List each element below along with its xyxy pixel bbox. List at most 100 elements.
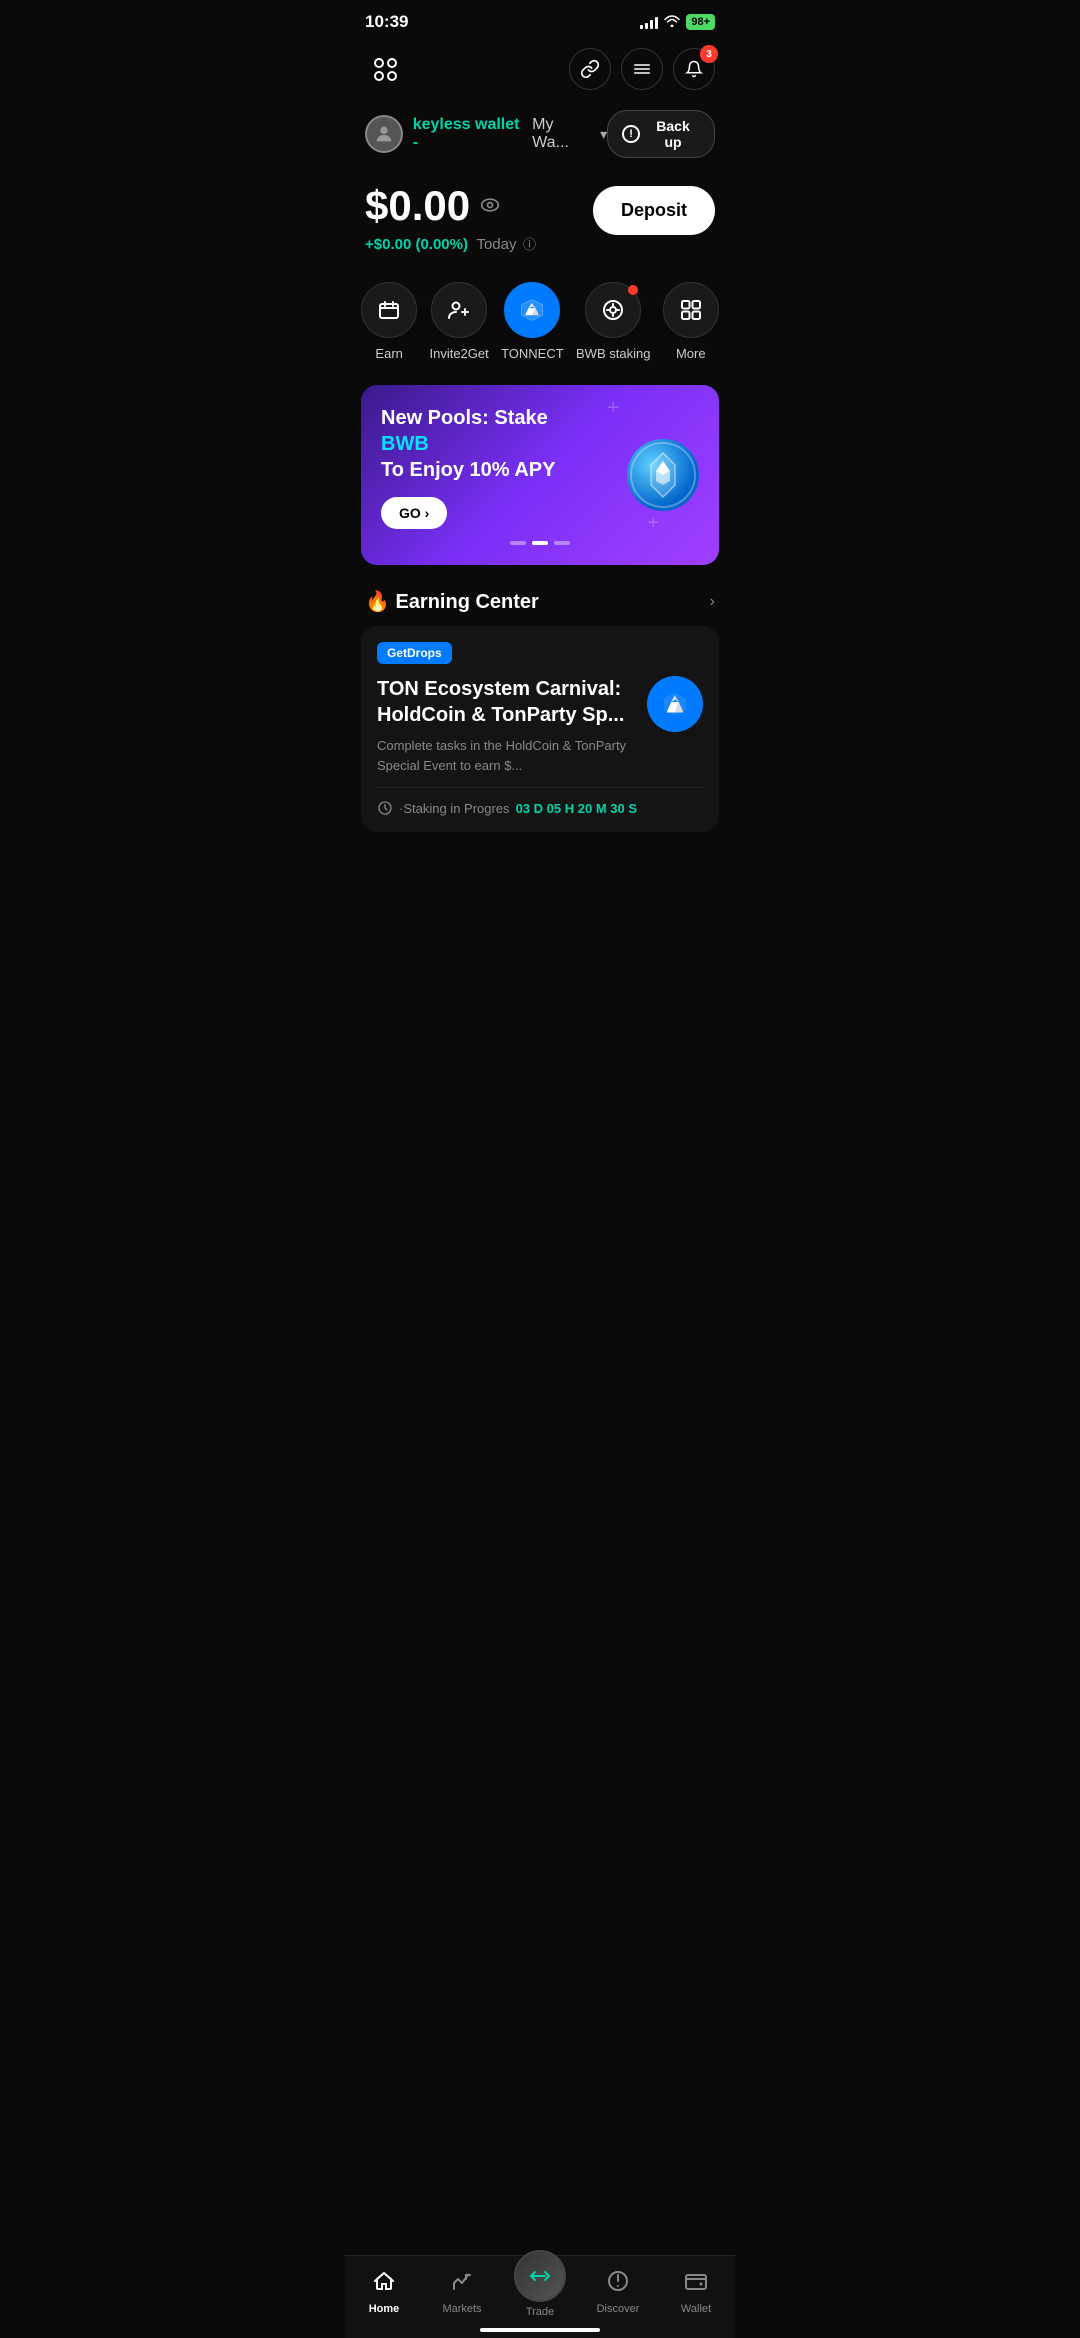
more-label: More xyxy=(676,346,706,361)
markets-icon xyxy=(450,2269,474,2299)
more-icon-circle xyxy=(663,282,719,338)
app-logo[interactable] xyxy=(365,49,405,89)
banner-coin-graphic xyxy=(623,435,703,515)
staking-progress-row: ·Staking in Progres 03 D 05 H 20 M 30 S xyxy=(377,787,703,816)
wallet-selector[interactable]: keyless wallet - My Wa... ▾ xyxy=(365,115,607,153)
red-dot-indicator xyxy=(628,285,638,295)
signal-icon xyxy=(640,15,658,29)
bwb-icon-circle xyxy=(585,282,641,338)
menu-button[interactable] xyxy=(621,48,663,90)
wallet-name: keyless wallet - My Wa... ▾ xyxy=(413,116,607,152)
notification-count: 3 xyxy=(700,45,718,63)
action-more[interactable]: More xyxy=(663,282,719,361)
balance-display: $0.00 +$0.00 (0.00%) Today ⓘ xyxy=(365,182,536,254)
balance-change-value: +$0.00 (0.00%) xyxy=(365,236,468,253)
status-time: 10:39 xyxy=(365,12,408,32)
timer-minutes: 20 M xyxy=(578,801,607,816)
timer-days: 03 D xyxy=(516,801,543,816)
balance-change-row: +$0.00 (0.00%) Today ⓘ xyxy=(365,234,536,254)
balance-amount-row: $0.00 xyxy=(365,182,536,230)
wallet-nav-label: Wallet xyxy=(681,2303,711,2315)
earning-card-ton-icon xyxy=(647,676,703,732)
status-icons: 98+ xyxy=(640,14,715,30)
quick-actions: Earn Invite2Get TONNECT xyxy=(345,262,735,369)
timer-seconds: 30 S xyxy=(610,801,637,816)
earning-center-title: 🔥 Earning Center xyxy=(365,589,539,614)
timer-hours: 05 H xyxy=(547,801,574,816)
action-bwb-staking[interactable]: BWB staking xyxy=(576,282,650,361)
balance-section: $0.00 +$0.00 (0.00%) Today ⓘ Deposit xyxy=(345,162,735,262)
nav-markets[interactable]: Markets xyxy=(432,2269,492,2315)
banner-highlight: BWB xyxy=(381,433,429,455)
eye-icon[interactable] xyxy=(480,196,500,217)
notification-button[interactable]: 3 xyxy=(673,48,715,90)
backup-label: Back up xyxy=(646,118,700,150)
banner-title: New Pools: Stake BWB To Enjoy 10% APY xyxy=(381,405,565,483)
tonnect-icon-circle xyxy=(504,282,560,338)
nav-wallet[interactable]: Wallet xyxy=(666,2269,726,2315)
wifi-icon xyxy=(664,14,680,30)
wallet-name-gray: My Wa... xyxy=(532,116,594,152)
link-button[interactable] xyxy=(569,48,611,90)
home-indicator xyxy=(480,2328,600,2332)
nav-trade[interactable]: Trade xyxy=(510,2266,570,2318)
promotional-banner[interactable]: + + New Pools: Stake BWB To Enjoy 10% AP… xyxy=(361,385,719,565)
action-tonnect[interactable]: TONNECT xyxy=(501,282,564,361)
banner-dot-3 xyxy=(554,541,570,545)
invite2get-label: Invite2Get xyxy=(429,346,488,361)
deposit-button[interactable]: Deposit xyxy=(593,186,715,235)
earn-label: Earn xyxy=(375,346,402,361)
earning-card-content: TON Ecosystem Carnival: HoldCoin & TonPa… xyxy=(377,676,703,775)
action-invite2get[interactable]: Invite2Get xyxy=(429,282,488,361)
info-icon: ⓘ xyxy=(523,237,536,252)
trade-nav-label: Trade xyxy=(526,2306,554,2318)
banner-text: New Pools: Stake BWB To Enjoy 10% APY GO… xyxy=(381,405,565,529)
staking-progress-label: ·Staking in Progres xyxy=(399,801,510,816)
earning-title-text: Earning Center xyxy=(395,591,538,613)
banner-indicator-dots xyxy=(381,541,699,545)
decor-plus-1: + xyxy=(607,397,619,420)
wallet-avatar xyxy=(365,115,403,153)
banner-dot-1 xyxy=(510,541,526,545)
backup-warning-icon: ! xyxy=(622,125,640,143)
bwb-staking-label: BWB staking xyxy=(576,346,650,361)
backup-button[interactable]: ! Back up xyxy=(607,110,715,158)
nav-discover[interactable]: Discover xyxy=(588,2269,648,2315)
getdrops-badge: GetDrops xyxy=(377,642,452,664)
status-bar: 10:39 98+ xyxy=(345,0,735,40)
earning-emoji: 🔥 xyxy=(365,591,390,613)
earn-icon-circle xyxy=(361,282,417,338)
wallet-icon xyxy=(684,2269,708,2299)
wallet-chevron-icon: ▾ xyxy=(600,126,607,143)
banner-dot-2 xyxy=(532,541,548,545)
tonnect-label: TONNECT xyxy=(501,346,564,361)
nav-home[interactable]: Home xyxy=(354,2269,414,2315)
header-actions: 3 xyxy=(569,48,715,90)
wallet-row: keyless wallet - My Wa... ▾ ! Back up xyxy=(345,102,735,162)
trade-button[interactable] xyxy=(514,2250,566,2302)
wallet-name-green: keyless wallet - xyxy=(413,116,528,152)
balance-value: $0.00 xyxy=(365,182,470,230)
banner-title-line1: New Pools: Stake xyxy=(381,407,548,429)
markets-nav-label: Markets xyxy=(442,2303,481,2315)
home-nav-label: Home xyxy=(369,2303,400,2315)
action-earn[interactable]: Earn xyxy=(361,282,417,361)
staking-timer: 03 D 05 H 20 M 30 S xyxy=(516,801,637,816)
balance-change-label: Today xyxy=(476,236,516,253)
battery-icon: 98+ xyxy=(686,14,715,30)
discover-icon xyxy=(606,2269,630,2299)
header-nav: 3 xyxy=(345,40,735,102)
decor-plus-2: + xyxy=(647,512,659,535)
invite-icon-circle xyxy=(431,282,487,338)
bottom-navigation: Home Markets Trade xyxy=(345,2255,735,2338)
discover-nav-label: Discover xyxy=(597,2303,640,2315)
banner-go-button[interactable]: GO › xyxy=(381,497,447,529)
timer-icon xyxy=(377,800,393,816)
earning-center-header[interactable]: 🔥 Earning Center › xyxy=(345,573,735,626)
home-icon xyxy=(372,2269,396,2299)
earning-card-text: TON Ecosystem Carnival: HoldCoin & TonPa… xyxy=(377,676,635,775)
earning-card-title: TON Ecosystem Carnival: HoldCoin & TonPa… xyxy=(377,676,635,728)
banner-title-line2: To Enjoy 10% APY xyxy=(381,459,555,481)
earning-card[interactable]: GetDrops TON Ecosystem Carnival: HoldCoi… xyxy=(361,626,719,832)
earning-center-chevron-icon: › xyxy=(710,593,715,611)
